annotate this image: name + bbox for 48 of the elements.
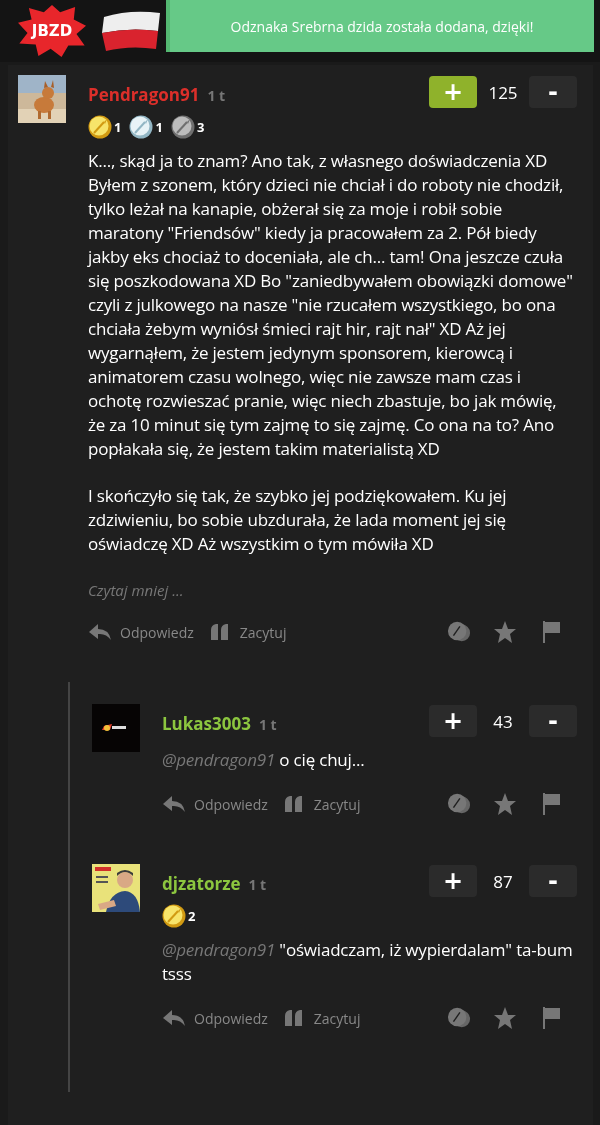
coin-icon[interactable] bbox=[447, 620, 471, 644]
upvote-button[interactable]: + bbox=[429, 76, 477, 108]
badge-count: 2 bbox=[188, 907, 196, 925]
username-link[interactable]: djzatorze bbox=[162, 871, 241, 895]
coin-icon[interactable] bbox=[447, 1006, 471, 1030]
quote-button[interactable]: Zacytuj bbox=[281, 794, 361, 814]
downvote-button[interactable]: - bbox=[529, 705, 577, 737]
spear-badge-icon bbox=[162, 904, 186, 928]
badge-count: 1 bbox=[155, 118, 163, 136]
spear-badge-icon bbox=[129, 115, 154, 139]
timestamp: 1 t bbox=[248, 874, 267, 894]
reply-button[interactable]: Odpowiedz bbox=[162, 794, 268, 814]
downvote-button[interactable]: - bbox=[529, 76, 577, 108]
reply-arrow-icon bbox=[162, 794, 186, 814]
quote-button[interactable]: Zacytuj bbox=[281, 1008, 361, 1028]
vote-score: 125 bbox=[487, 80, 519, 104]
quote-button[interactable]: Zacytuj bbox=[207, 622, 287, 642]
badge-count: 3 bbox=[196, 118, 205, 136]
mention-link[interactable]: @pendragon91 bbox=[162, 748, 276, 771]
username-link[interactable]: Lukas3003 bbox=[162, 711, 251, 735]
upvote-button[interactable]: + bbox=[429, 865, 477, 897]
reply-arrow-icon bbox=[162, 1008, 186, 1028]
star-icon[interactable] bbox=[493, 620, 517, 644]
notification-toast: Odznaka Srebrna dzida została dodana, dzięki! bbox=[166, 0, 594, 52]
spear-badge-icon bbox=[88, 115, 112, 139]
spear-badge-icon bbox=[170, 115, 195, 139]
site-logo[interactable]: JBZD bbox=[18, 5, 86, 57]
upvote-button[interactable]: + bbox=[429, 705, 477, 737]
timestamp: 1 t bbox=[258, 714, 277, 734]
comment-text: K..., skąd ja to znam? Ano tak, z własnego doświadczenia XD Byłem z szonem, który dzieci nie chciał i do roboty nie chodził, tylko leżał na kanapie, obżerał się za moje i robił sobie maratony "Friendsów" kiedy ja pracowałem za 2. Pół biedy jakby eks chociaż to doceniała, ale ch... tam! Ona jeszcze czuła się poszkodowana XD Bo "zaniedbywałem obowiązki domowe" czyli z julkowego na nasze "nie rzucałem wszystkiego, bo ona chciała żebym wyniósł śmieci rajt hir, rajt nał" XD Aż jej wygarnąłem, że jestem jedynym sponsorem, kierowcą i animatorem czasu wolnego, więc nie zawsze mam czas i ochotę rozwieszać pranie, więc niech zbastuje, bo jak mówię, że za 10 minut się tym zajmę to się zajmę. Co ona na to? Ano popłakała się, że jestem takim materialistą XD bbox=[88, 149, 574, 461]
reply-button[interactable]: Odpowiedz bbox=[162, 1008, 268, 1028]
mention-link[interactable]: @pendragon91 bbox=[162, 938, 276, 961]
downvote-button[interactable]: - bbox=[529, 865, 577, 897]
reply-button[interactable]: Odpowiedz bbox=[88, 622, 194, 642]
timestamp: 1 t bbox=[207, 85, 226, 105]
badge-count: 1 bbox=[114, 118, 122, 136]
star-icon[interactable] bbox=[493, 792, 517, 816]
vote-score: 43 bbox=[492, 709, 514, 733]
comment-text: I skończyło się tak, że szybko jej podziękowałem. Ku jej zdziwieniu, bo sobie ubzdurała, że lada moment jej się oświadczę XD Aż wszystkim o tym mówiła XD bbox=[88, 484, 508, 556]
coin-icon[interactable] bbox=[447, 792, 471, 816]
comment-text: @pendragon91 o cię chuj... bbox=[162, 748, 366, 772]
comment-text: @pendragon91 "oświadczam, iż wypierdalam" ta-bum tsss bbox=[162, 938, 574, 986]
star-icon[interactable] bbox=[493, 1006, 517, 1030]
username-link[interactable]: Pendragon91 bbox=[88, 82, 200, 106]
vote-score: 87 bbox=[492, 869, 514, 893]
flag-icon bbox=[100, 9, 162, 53]
reply-arrow-icon bbox=[88, 622, 112, 642]
read-less-link[interactable]: Czytaj mniej ... bbox=[88, 580, 577, 600]
